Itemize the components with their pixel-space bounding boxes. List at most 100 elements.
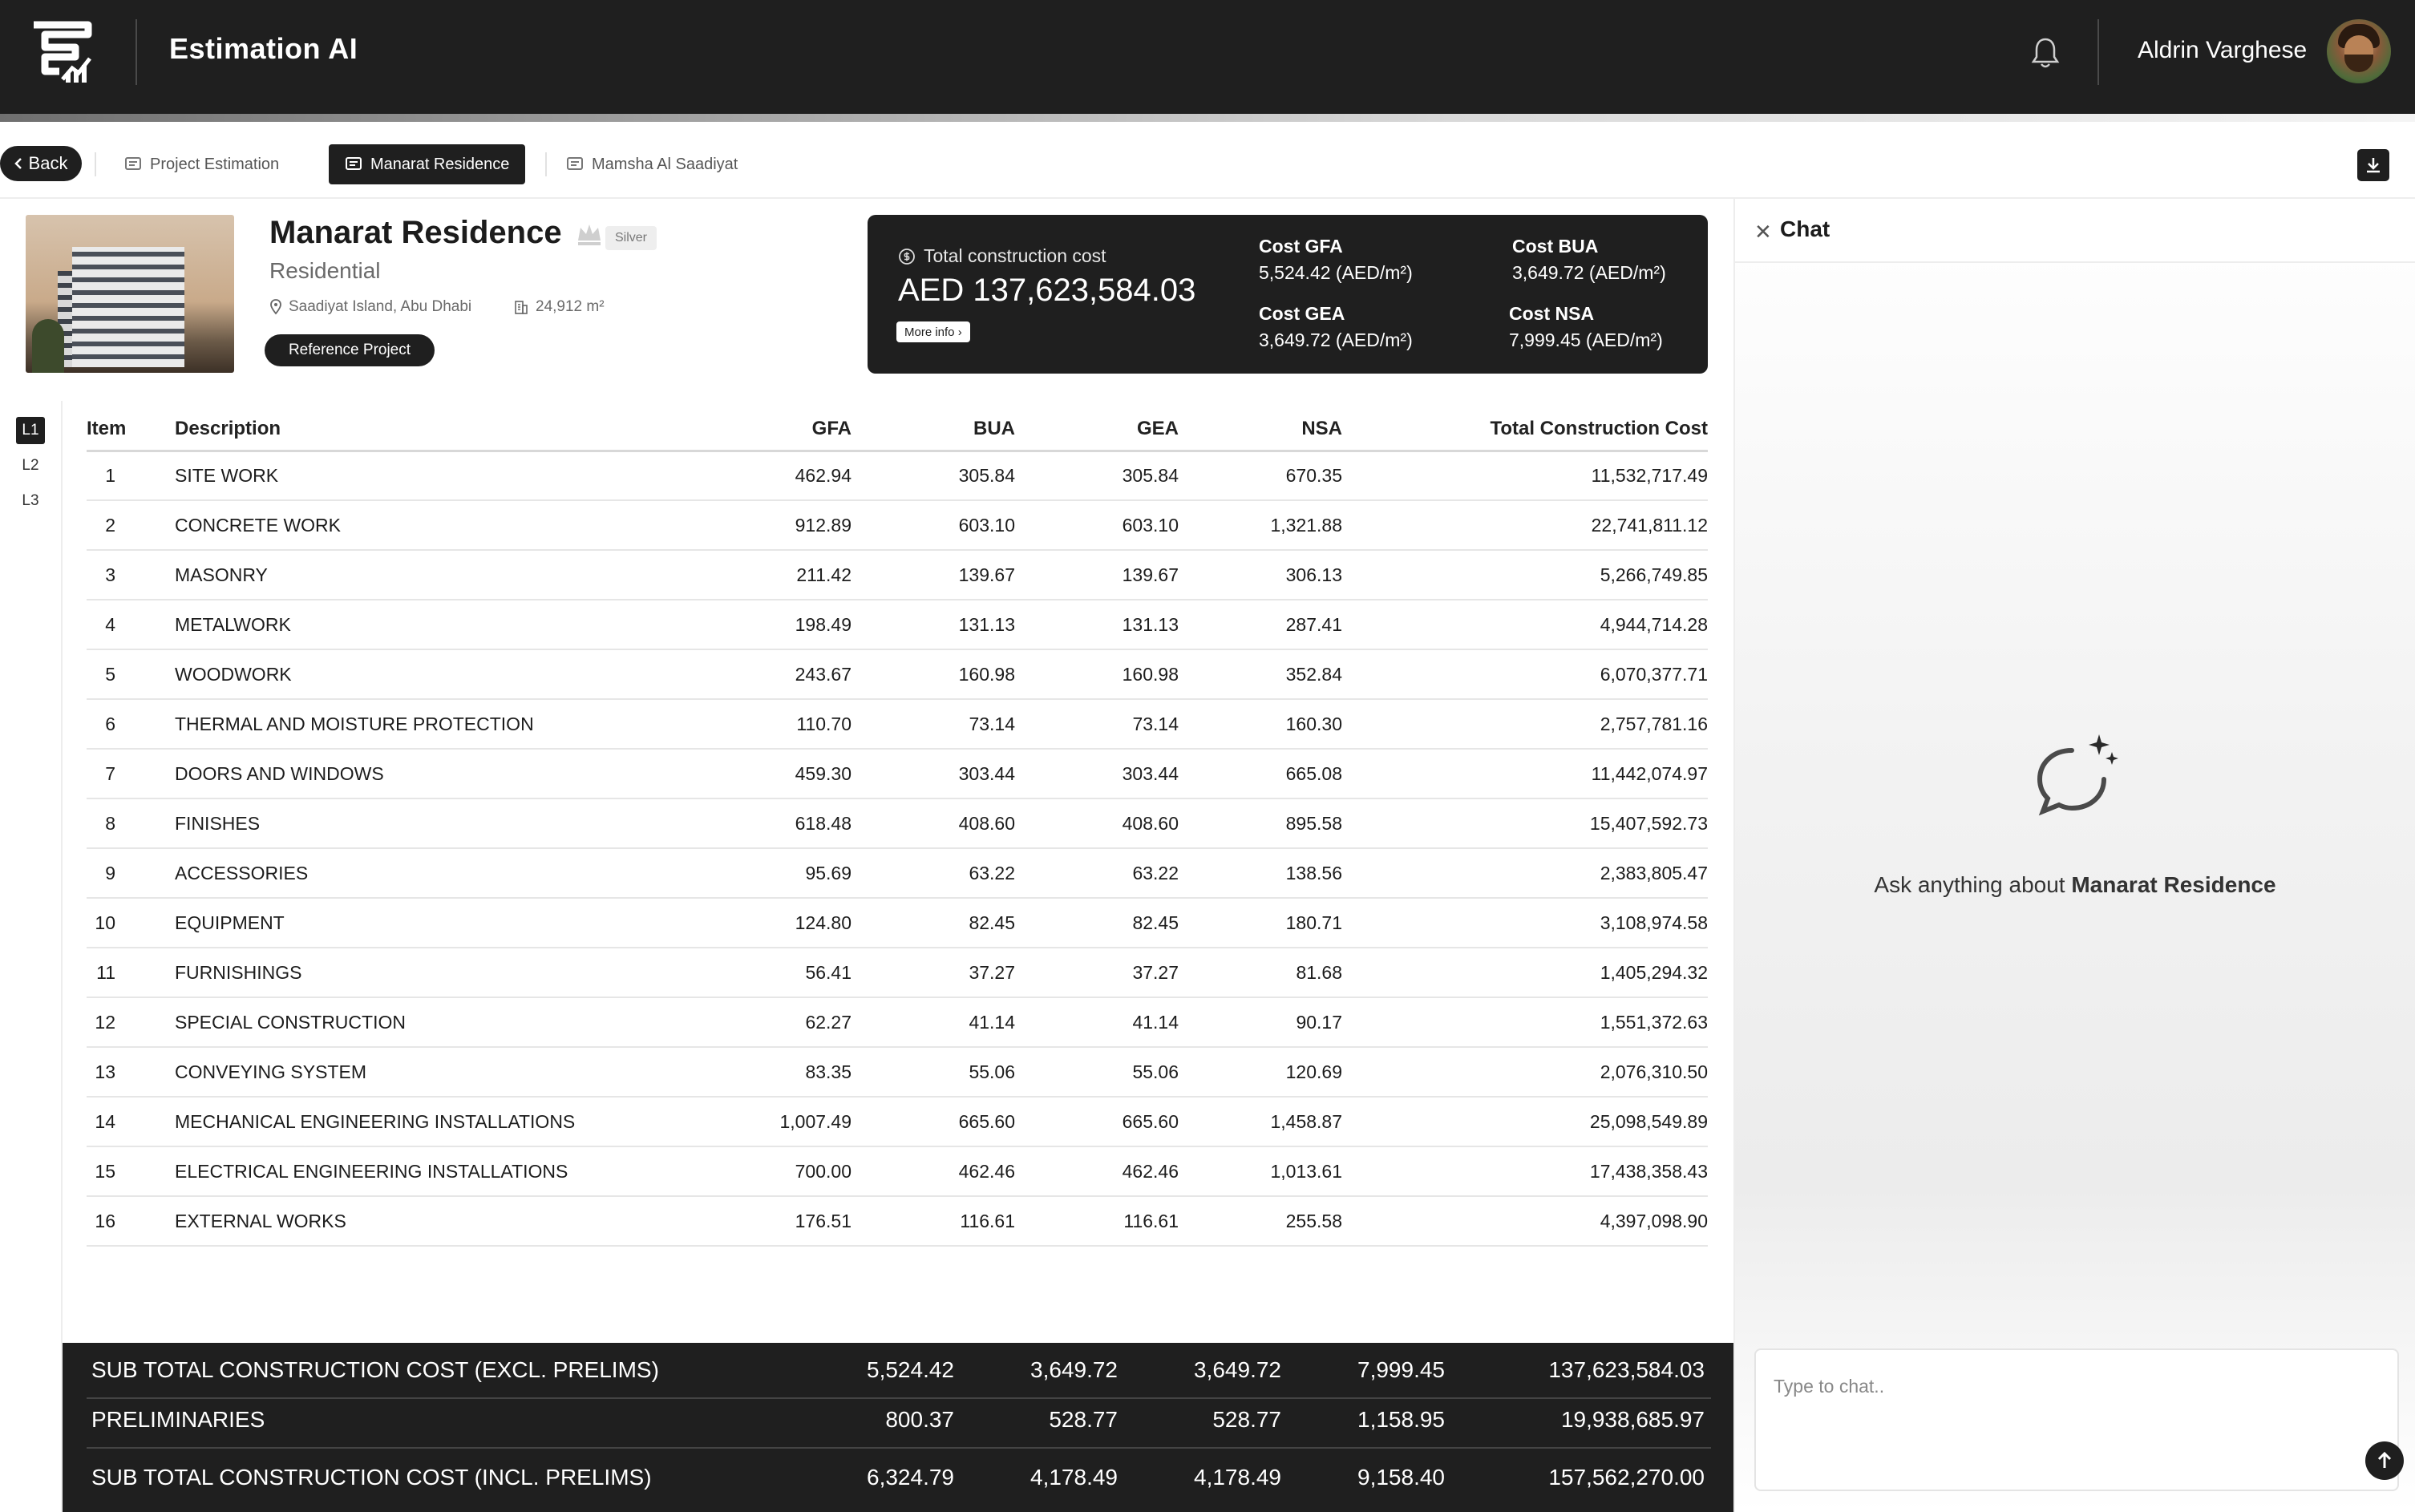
- table-row[interactable]: 15 ELECTRICAL ENGINEERING INSTALLATIONS 70…: [87, 1146, 1708, 1197]
- table-row[interactable]: 1 SITE WORK 462.94 305.84 305.84 670.35 11,532…: [87, 451, 1708, 501]
- item-bua: 603.10: [852, 500, 1015, 551]
- item-number: 7: [87, 749, 175, 799]
- cost-bua-value: 3,649.72 (AED/m²): [1512, 262, 1666, 283]
- item-bua: 131.13: [852, 600, 1015, 650]
- item-description: SPECIAL CONSTRUCTION: [175, 997, 688, 1048]
- column-header[interactable]: BUA: [852, 409, 1015, 452]
- user-name[interactable]: Aldrin Varghese: [2138, 37, 2307, 64]
- totals-divider: [87, 1447, 1711, 1449]
- chat-prompt-text: Ask anything about: [1874, 872, 2072, 897]
- item-gea: 37.27: [1015, 948, 1179, 998]
- avatar[interactable]: [2327, 19, 2391, 83]
- close-icon[interactable]: ✕: [1754, 220, 1772, 245]
- table-row[interactable]: 3 MASONRY 211.42 139.67 139.67 306.13 5,266,74…: [87, 550, 1708, 600]
- item-gfa: 95.69: [688, 848, 852, 899]
- total-cost: 157,562,270.00: [1548, 1465, 1705, 1490]
- header-accent-bar: [0, 114, 2415, 122]
- tab-label: Mamsha Al Saadiyat: [592, 155, 738, 173]
- item-number: 9: [87, 848, 175, 899]
- item-gfa: 243.67: [688, 649, 852, 700]
- location-text: Saadiyat Island, Abu Dhabi: [289, 298, 472, 315]
- cost-gea-value: 3,649.72 (AED/m²): [1259, 329, 1413, 350]
- level-l2[interactable]: L2: [16, 452, 45, 479]
- tab-manarat-residence[interactable]: Manarat Residence: [329, 144, 526, 184]
- table-row[interactable]: 10 EQUIPMENT 124.80 82.45 82.45 180.71 3,108,9…: [87, 898, 1708, 948]
- chat-panel: ✕ Chat Ask anything about Manarat Reside…: [1733, 199, 2415, 1512]
- chat-input[interactable]: Type to chat..: [1754, 1348, 2404, 1491]
- total-gea: 528.77: [1212, 1407, 1281, 1432]
- total-cost: 137,623,584.03: [1548, 1357, 1705, 1382]
- item-gfa: 110.70: [688, 699, 852, 750]
- tab-label: Manarat Residence: [370, 155, 510, 173]
- item-total-cost: 17,438,358.43: [1342, 1146, 1708, 1197]
- item-gea: 131.13: [1015, 600, 1179, 650]
- table-header-row: Item Description GFA BUA GEA NSA Total C…: [87, 409, 1708, 452]
- item-nsa: 81.68: [1179, 948, 1342, 998]
- table-row[interactable]: 11 FURNISHINGS 56.41 37.27 37.27 81.68 1,405,2…: [87, 948, 1708, 998]
- item-gea: 73.14: [1015, 699, 1179, 750]
- item-description: WOODWORK: [175, 649, 688, 700]
- tab-mamsha-al-saadiyat[interactable]: Mamsha Al Saadiyat: [550, 144, 754, 184]
- more-info-button[interactable]: More info ›: [896, 321, 970, 342]
- item-bua: 462.46: [852, 1146, 1015, 1197]
- back-button[interactable]: Back: [0, 146, 82, 181]
- document-icon: [125, 157, 141, 170]
- item-bua: 665.60: [852, 1097, 1015, 1147]
- totals-divider: [87, 1397, 1711, 1399]
- column-header[interactable]: Item: [87, 409, 175, 452]
- level-l3[interactable]: L3: [16, 487, 45, 515]
- item-gfa: 62.27: [688, 997, 852, 1048]
- table-row[interactable]: 7 DOORS AND WINDOWS 459.30 303.44 303.44 665.…: [87, 749, 1708, 799]
- table-row[interactable]: 4 METALWORK 198.49 131.13 131.13 287.41 4,944,…: [87, 600, 1708, 650]
- item-gfa: 198.49: [688, 600, 852, 650]
- item-gfa: 124.80: [688, 898, 852, 948]
- column-header[interactable]: GEA: [1015, 409, 1179, 452]
- item-gea: 63.22: [1015, 848, 1179, 899]
- table-row[interactable]: 13 CONVEYING SYSTEM 83.35 55.06 55.06 120.69 2…: [87, 1047, 1708, 1098]
- item-description: CONCRETE WORK: [175, 500, 688, 551]
- item-bua: 303.44: [852, 749, 1015, 799]
- table-row[interactable]: 16 EXTERNAL WORKS 176.51 116.61 116.61 255.58…: [87, 1196, 1708, 1247]
- back-label: Back: [28, 153, 68, 173]
- table-row[interactable]: 8 FINISHES 618.48 408.60 408.60 895.58 15,407,…: [87, 798, 1708, 849]
- column-header[interactable]: GFA: [688, 409, 852, 452]
- cost-gea: Cost GEA 3,649.72 (AED/m²): [1259, 303, 1413, 351]
- table-row[interactable]: 9 ACCESSORIES 95.69 63.22 63.22 138.56 2,383,8…: [87, 848, 1708, 899]
- reference-project-button[interactable]: Reference Project: [265, 334, 435, 366]
- total-gea: 4,178.49: [1194, 1465, 1281, 1490]
- item-nsa: 665.08: [1179, 749, 1342, 799]
- download-button[interactable]: [2357, 149, 2389, 181]
- project-title: Manarat Residence: [269, 215, 562, 250]
- item-gfa: 211.42: [688, 550, 852, 600]
- item-description: MECHANICAL ENGINEERING INSTALLATIONS: [175, 1097, 688, 1147]
- table-row[interactable]: 5 WOODWORK 243.67 160.98 160.98 352.84 6,070,3…: [87, 649, 1708, 700]
- item-bua: 63.22: [852, 848, 1015, 899]
- logo-icon[interactable]: [27, 20, 98, 86]
- table-row[interactable]: 14 MECHANICAL ENGINEERING INSTALLATIONS 1,…: [87, 1097, 1708, 1147]
- item-bua: 73.14: [852, 699, 1015, 750]
- bell-icon[interactable]: [2030, 36, 2061, 70]
- item-number: 15: [87, 1146, 175, 1197]
- item-total-cost: 6,070,377.71: [1342, 649, 1708, 700]
- table-row[interactable]: 2 CONCRETE WORK 912.89 603.10 603.10 1,321.88…: [87, 500, 1708, 551]
- table-row[interactable]: 12 SPECIAL CONSTRUCTION 62.27 41.14 41.14 90.…: [87, 997, 1708, 1048]
- table-row[interactable]: 6 THERMAL AND MOISTURE PROTECTION 110.70 73…: [87, 699, 1708, 750]
- total-cost-value: AED 137,623,584.03: [898, 273, 1196, 308]
- total-label: PRELIMINARIES: [91, 1407, 265, 1432]
- crown-icon: [578, 224, 601, 245]
- total-gfa: 800.37: [885, 1407, 954, 1432]
- level-l1[interactable]: L1: [16, 417, 45, 444]
- item-nsa: 160.30: [1179, 699, 1342, 750]
- column-header[interactable]: Total Construction Cost: [1342, 409, 1708, 452]
- item-bua: 41.14: [852, 997, 1015, 1048]
- item-nsa: 895.58: [1179, 798, 1342, 849]
- item-nsa: 670.35: [1179, 451, 1342, 501]
- send-button[interactable]: [2365, 1441, 2404, 1480]
- column-header[interactable]: Description: [175, 409, 688, 452]
- column-header[interactable]: NSA: [1179, 409, 1342, 452]
- item-gea: 139.67: [1015, 550, 1179, 600]
- chat-sparkle-icon: [2037, 734, 2118, 816]
- item-gea: 82.45: [1015, 898, 1179, 948]
- item-nsa: 287.41: [1179, 600, 1342, 650]
- tab-project-estimation[interactable]: Project Estimation: [108, 144, 295, 184]
